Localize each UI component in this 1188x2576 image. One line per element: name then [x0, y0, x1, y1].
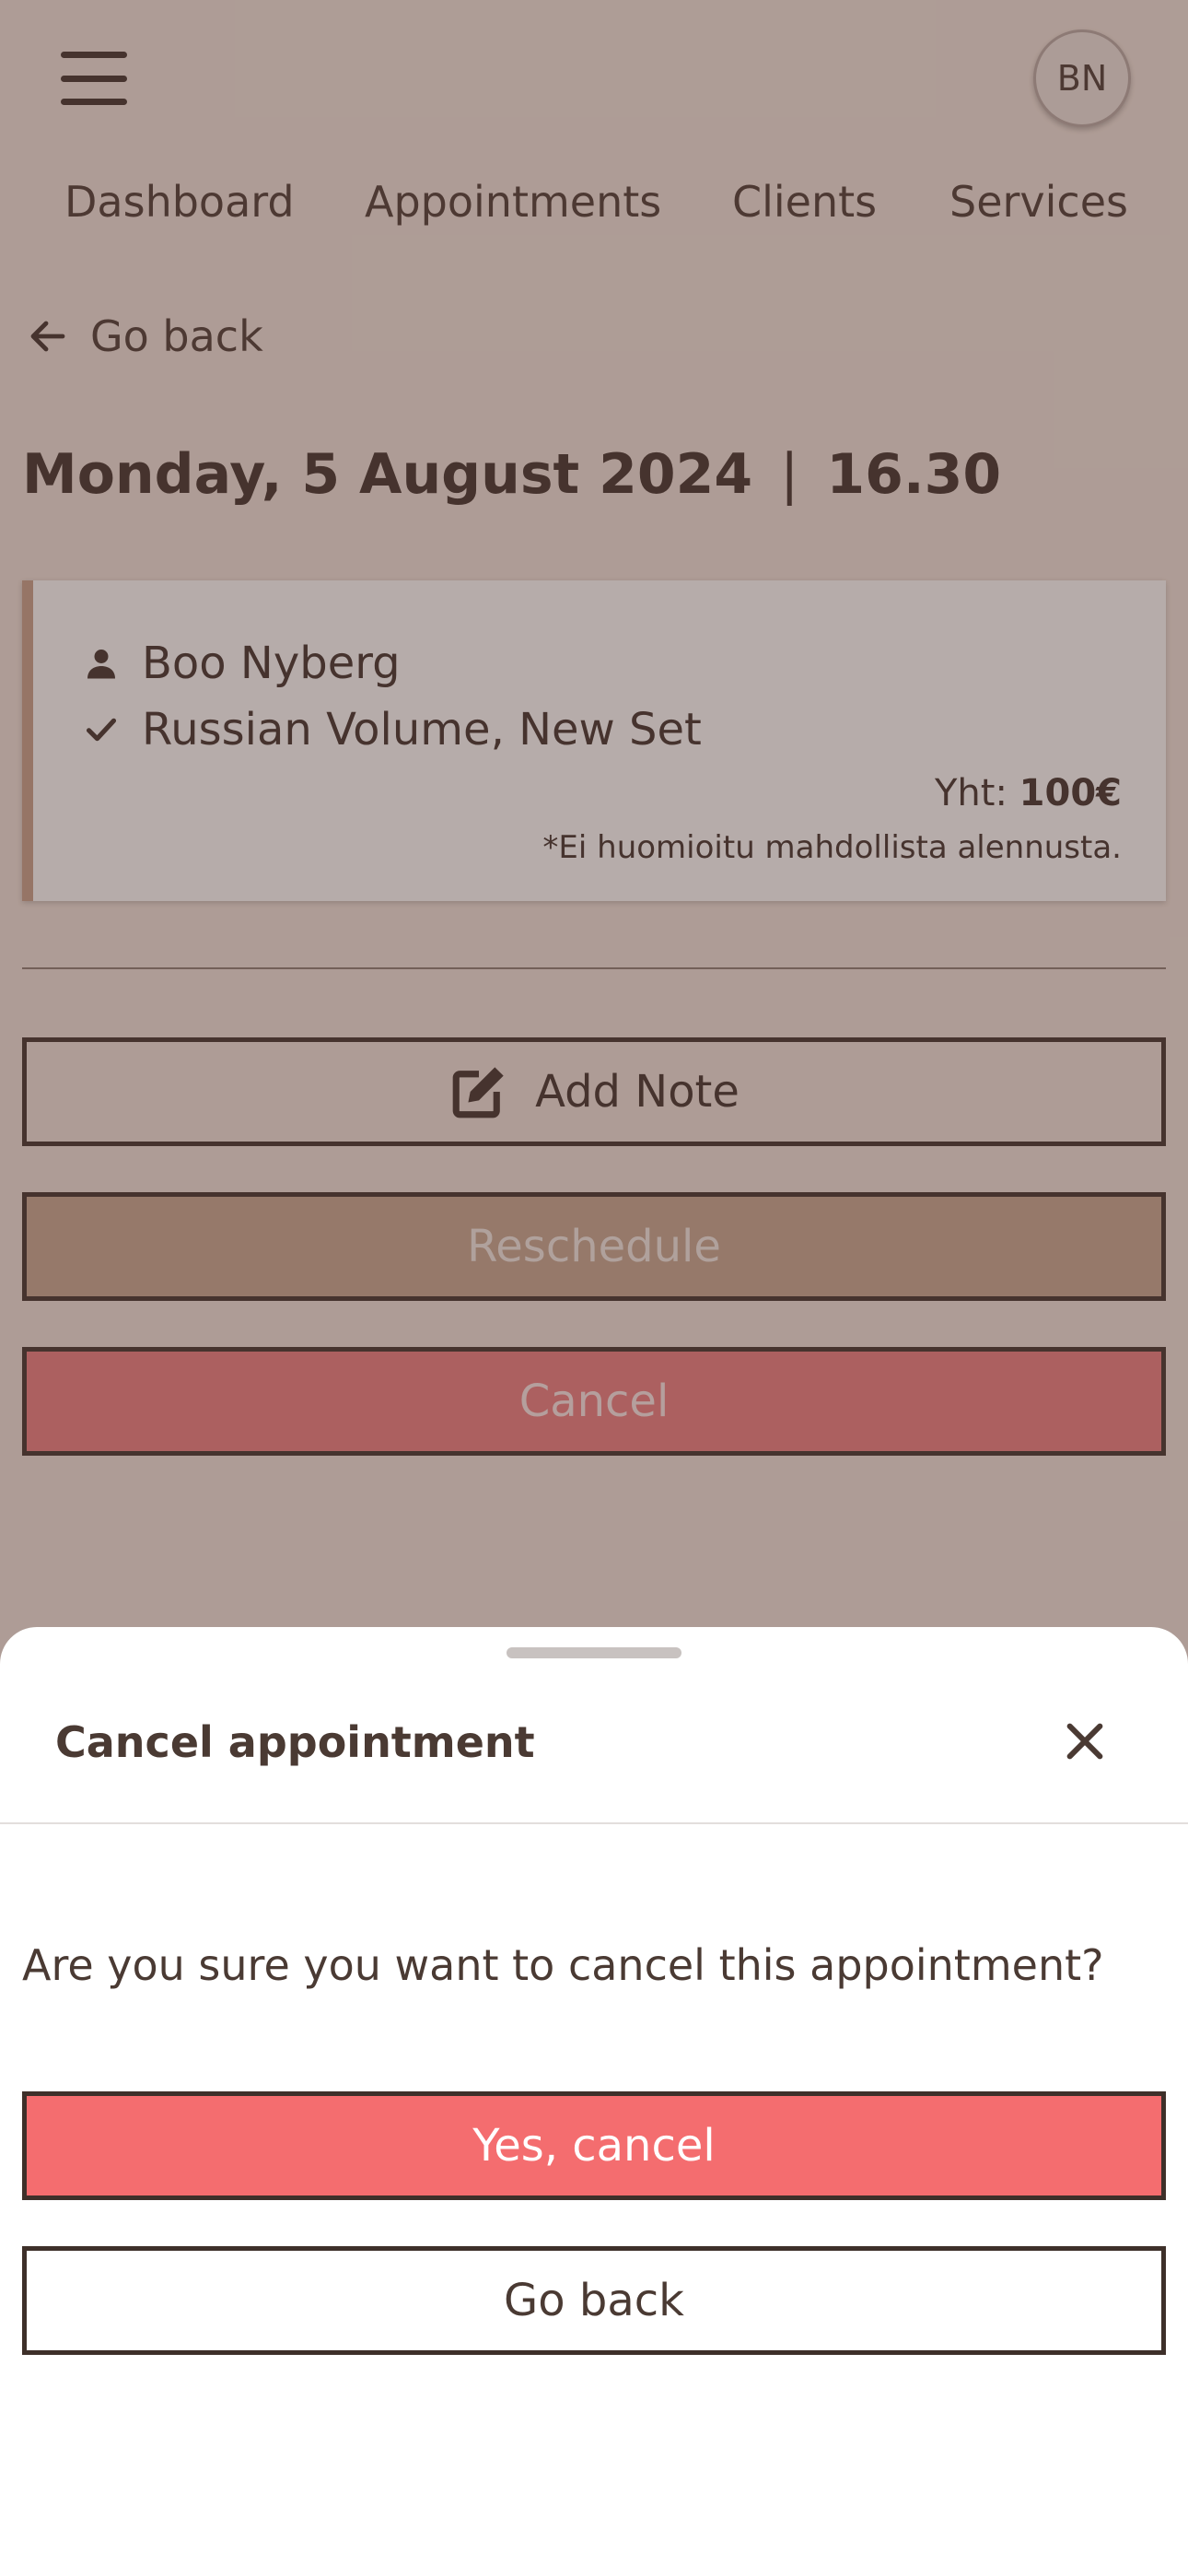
confirm-message: Are you sure you want to cancel this app… [22, 1940, 1104, 1990]
go-back-button-label: Go back [504, 2275, 684, 2326]
cancel-appointment-sheet: Cancel appointment Are you sure you want… [0, 1627, 1188, 2576]
yes-cancel-label: Yes, cancel [472, 2120, 716, 2172]
sheet-drag-handle[interactable] [507, 1647, 681, 1658]
yes-cancel-button[interactable]: Yes, cancel [22, 2091, 1166, 2200]
close-icon[interactable] [1059, 1715, 1111, 1767]
sheet-title: Cancel appointment [55, 1717, 535, 1767]
go-back-button[interactable]: Go back [22, 2246, 1166, 2355]
sheet-divider [0, 1822, 1188, 1824]
